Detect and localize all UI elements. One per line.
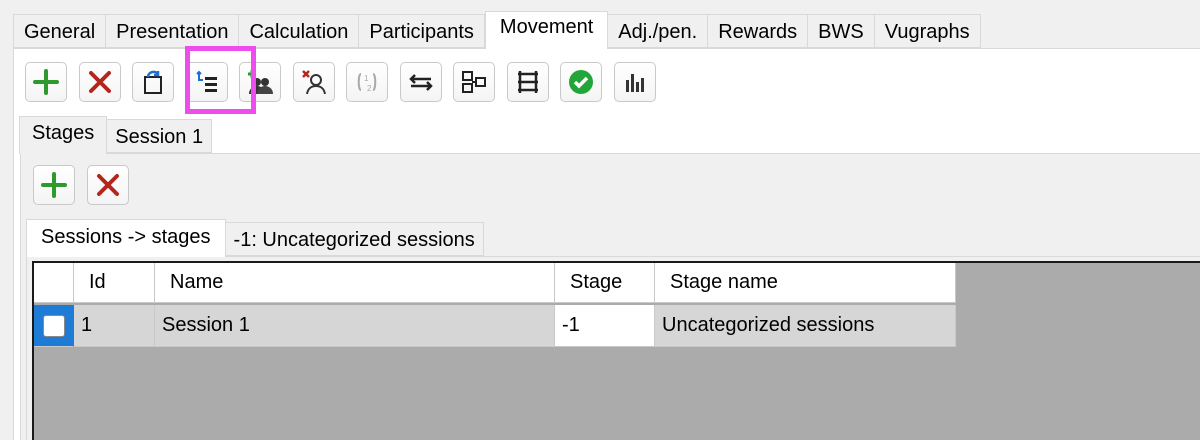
tab-uncategorized-sessions[interactable]: -1: Uncategorized sessions xyxy=(225,222,484,256)
table-lines-button[interactable] xyxy=(506,62,549,102)
check-icon xyxy=(569,70,593,94)
inner-tab-strip: Stages Session 1 xyxy=(19,115,213,154)
movement-toolbar: 12 xyxy=(25,62,667,102)
refresh-icon xyxy=(144,70,162,94)
row-checkbox[interactable] xyxy=(42,314,65,337)
add-players-icon xyxy=(248,70,273,94)
session-stages-icon xyxy=(195,70,217,92)
svg-text:1: 1 xyxy=(364,74,369,83)
stages-toolbar xyxy=(33,165,141,205)
delete-icon xyxy=(97,174,119,196)
cell-stage[interactable]: -1 xyxy=(555,305,655,347)
add-stage-button[interactable] xyxy=(33,165,75,205)
cell-id: 1 xyxy=(74,305,155,347)
tab-sessions-stages[interactable]: Sessions -> stages xyxy=(26,219,226,257)
sub-tab-strip: Sessions -> stages -1: Uncategorized ses… xyxy=(26,218,484,257)
grid-corner xyxy=(34,263,74,303)
add-button[interactable] xyxy=(25,62,67,102)
tab-bws[interactable]: BWS xyxy=(808,14,875,48)
swap-rounds-icon: 12 xyxy=(357,73,377,93)
swap-rounds-button[interactable]: 12 xyxy=(346,62,388,102)
add-icon xyxy=(41,172,67,198)
tab-calculation[interactable]: Calculation xyxy=(239,14,360,48)
tab-stages[interactable]: Stages xyxy=(19,116,108,154)
tab-adj-pen[interactable]: Adj./pen. xyxy=(608,14,709,48)
row-header[interactable] xyxy=(34,305,74,347)
delete-icon xyxy=(88,71,111,93)
tab-presentation[interactable]: Presentation xyxy=(106,14,240,48)
table-lines-icon xyxy=(517,71,538,93)
tab-rewards[interactable]: Rewards xyxy=(708,14,809,48)
cell-name[interactable]: Session 1 xyxy=(155,305,555,347)
sessions-grid: Id Name Stage Stage name 1 Session 1 -1 … xyxy=(32,261,1200,440)
remove-player-icon xyxy=(301,70,326,95)
add-players-button[interactable] xyxy=(239,62,281,102)
table-row[interactable]: 1 Session 1 -1 Uncategorized sessions xyxy=(34,305,956,347)
column-header-name[interactable]: Name xyxy=(155,263,555,303)
add-icon xyxy=(33,69,59,95)
check-button[interactable] xyxy=(560,62,602,102)
stats-button[interactable] xyxy=(613,62,656,102)
tab-general[interactable]: General xyxy=(13,14,107,48)
session-stages-button[interactable] xyxy=(185,62,228,102)
delete-button[interactable] xyxy=(78,62,121,102)
column-header-id[interactable]: Id xyxy=(74,263,155,303)
svg-text:2: 2 xyxy=(367,84,372,93)
tab-movement[interactable]: Movement xyxy=(484,11,609,49)
tab-vugraphs[interactable]: Vugraphs xyxy=(874,14,981,48)
column-header-stage[interactable]: Stage xyxy=(555,263,655,303)
remove-player-button[interactable] xyxy=(292,62,335,102)
move-to-icon xyxy=(462,71,486,93)
swap-icon xyxy=(408,74,433,91)
refresh-button[interactable] xyxy=(132,62,174,102)
stats-icon xyxy=(625,74,644,92)
tab-participants[interactable]: Participants xyxy=(359,14,485,48)
grid-header: Id Name Stage Stage name xyxy=(34,263,956,303)
swap-button[interactable] xyxy=(399,62,442,102)
tab-session-1[interactable]: Session 1 xyxy=(107,119,213,153)
cell-stage-name: Uncategorized sessions xyxy=(655,305,956,347)
main-tab-strip: General Presentation Calculation Partici… xyxy=(13,11,981,49)
move-to-button[interactable] xyxy=(453,62,495,102)
column-header-stage-name[interactable]: Stage name xyxy=(655,263,956,303)
delete-stage-button[interactable] xyxy=(87,165,129,205)
